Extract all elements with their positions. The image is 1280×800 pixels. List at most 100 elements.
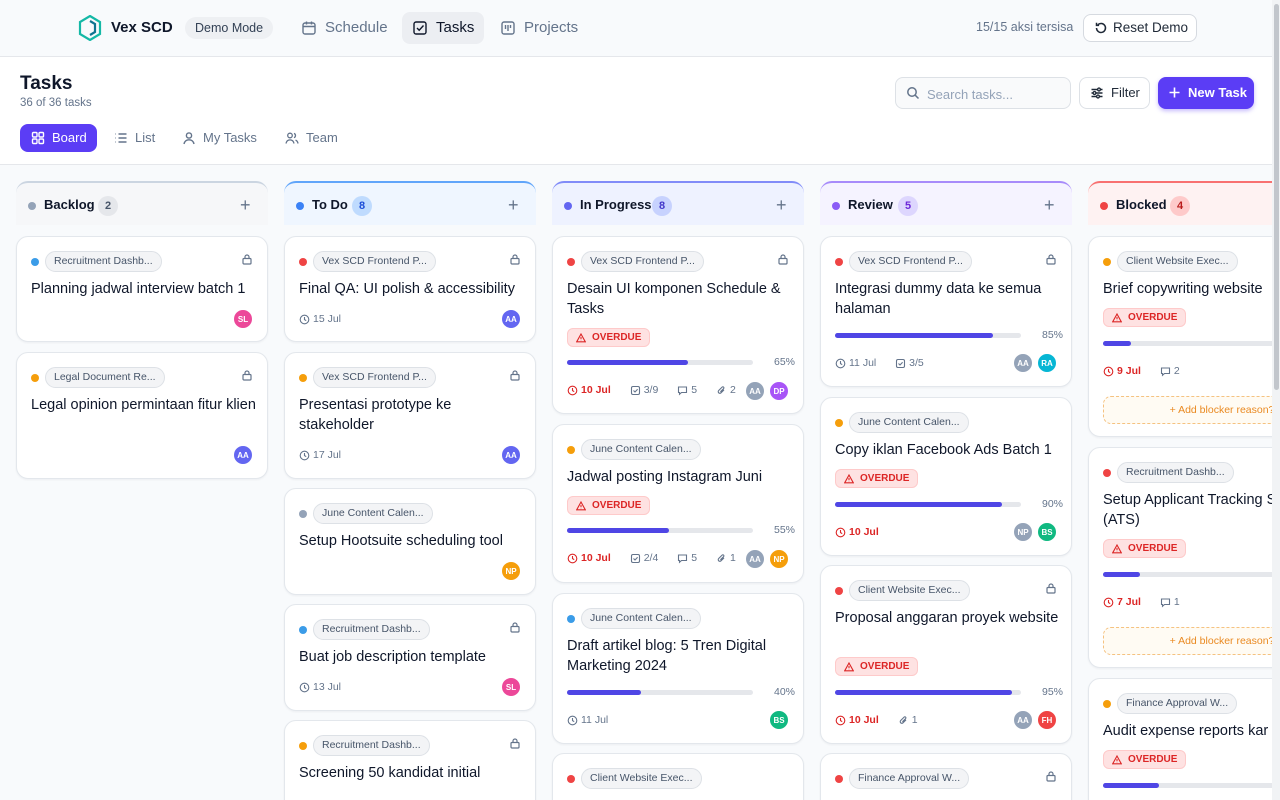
column-title: Blocked (1116, 197, 1167, 212)
add-card-plus-icon[interactable]: + (1044, 196, 1055, 214)
attachment-count: 2 (716, 384, 744, 396)
view-tab-board[interactable]: Board (20, 124, 97, 152)
progress-bar (567, 528, 753, 533)
brand-name[interactable]: Vex SCD (111, 19, 173, 36)
project-tag: Recruitment Dashb... (45, 251, 162, 272)
task-card[interactable]: Vex SCD Frontend P... Desain UI komponen… (552, 236, 804, 414)
priority-dot (835, 587, 843, 595)
due-date: 17 Jul (299, 449, 349, 461)
progress-bar (835, 502, 1021, 507)
task-card[interactable]: Finance Approval W... Audit expense repo… (1088, 678, 1272, 800)
assignee-avatar: FH (1037, 710, 1057, 730)
progress-percent: 65% (773, 356, 795, 368)
task-count-subtitle: 36 of 36 tasks (20, 97, 92, 109)
progress-percent: 40% (773, 686, 795, 698)
add-card-plus-icon[interactable]: + (508, 196, 519, 214)
task-card[interactable]: June Content Calen... Copy iklan Faceboo… (820, 397, 1072, 556)
reset-demo-button[interactable]: Reset Demo (1083, 14, 1197, 42)
task-title: Draft artikel blog: 5 Tren Digital Marke… (567, 638, 767, 674)
task-card[interactable]: Vex SCD Frontend P... Final QA: UI polis… (284, 236, 536, 342)
overdue-badge: OVERDUE (835, 657, 919, 676)
task-card[interactable]: Recruitment Dashb... Setup Applicant Tra… (1088, 447, 1272, 668)
project-tag: Recruitment Dashb... (1117, 462, 1234, 483)
filter-button[interactable]: Filter (1079, 77, 1150, 109)
lock-icon (510, 254, 520, 265)
view-tab-list[interactable]: List (103, 124, 165, 152)
priority-dot (299, 258, 307, 266)
clock-icon (1103, 366, 1114, 376)
progress-fill (567, 528, 670, 533)
vex-logo-icon[interactable] (78, 15, 102, 41)
clock-icon (299, 314, 310, 324)
add-blocker-reason-button[interactable]: + Add blocker reason? (1103, 396, 1272, 424)
progress-fill (835, 502, 1003, 507)
search-box[interactable] (895, 77, 1071, 109)
task-card[interactable]: Client Website Exec... Brief copywriting… (1088, 236, 1272, 437)
column-count-badge: 5 (898, 196, 918, 216)
nav-tasks[interactable]: Tasks (402, 12, 485, 44)
remaining-actions-text: 15/15 aksi tersisa (976, 20, 1074, 34)
task-card[interactable]: Legal Document Re... Legal opinion permi… (16, 352, 268, 479)
task-title: Brief copywriting website (1103, 281, 1263, 297)
comment-icon (678, 553, 688, 564)
task-card[interactable]: Vex SCD Frontend P... Presentasi prototy… (284, 352, 536, 479)
task-title: Audit expense reports kar (1103, 723, 1269, 739)
task-title: Setup Hootsuite scheduling tool (299, 533, 503, 549)
column-count-badge: 8 (652, 196, 672, 216)
column-header: In Progress 8 + (552, 181, 804, 225)
new-task-button[interactable]: New Task (1158, 77, 1254, 109)
task-card[interactable]: Recruitment Dashb... Buat job descriptio… (284, 604, 536, 711)
page-scrollbar-thumb[interactable] (1274, 4, 1279, 390)
task-card[interactable]: Client Website Exec... (552, 753, 804, 800)
refresh-icon (1095, 22, 1107, 34)
card-meta: 15 Jul (299, 313, 357, 328)
subtask-count: 3/5 (895, 357, 932, 369)
task-card[interactable]: June Content Calen... Jadwal posting Ins… (552, 424, 804, 583)
add-card-plus-icon[interactable]: + (240, 196, 251, 214)
priority-dot (1103, 469, 1111, 477)
view-tab-team[interactable]: Team (274, 124, 348, 152)
status-dot (28, 202, 36, 210)
status-dot (1100, 202, 1108, 210)
add-blocker-reason-button[interactable]: + Add blocker reason? (1103, 627, 1272, 655)
project-tag: Recruitment Dashb... (313, 619, 430, 640)
progress-percent: 90% (1041, 498, 1063, 510)
task-title: Presentasi prototype ke stakeholder (299, 397, 452, 433)
task-card[interactable]: Vex SCD Frontend P... Integrasi dummy da… (820, 236, 1072, 387)
priority-dot (31, 258, 39, 266)
comment-count: 5 (677, 384, 705, 396)
task-title: Integrasi dummy data ke semua halaman (835, 281, 1042, 317)
progress-fill (567, 360, 688, 365)
task-card[interactable]: Client Website Exec... Proposal anggaran… (820, 565, 1072, 744)
column-header: To Do 8 + (284, 181, 536, 225)
add-card-plus-icon[interactable]: + (776, 196, 787, 214)
page-title: Tasks (20, 73, 73, 94)
search-input[interactable] (927, 84, 1062, 104)
card-meta: 10 Jul 2/4 5 1 (567, 552, 752, 567)
project-tag: June Content Calen... (849, 412, 969, 433)
task-title: Legal opinion permintaan fitur klien (31, 397, 256, 413)
overdue-badge: OVERDUE (567, 496, 651, 515)
task-card[interactable]: Recruitment Dashb... Planning jadwal int… (16, 236, 268, 342)
priority-dot (299, 626, 307, 634)
clock-icon (835, 715, 846, 725)
nav-schedule[interactable]: Schedule (291, 12, 398, 44)
task-card[interactable]: June Content Calen... Draft artikel blog… (552, 593, 804, 744)
task-card[interactable]: Finance Approval W... (820, 753, 1072, 800)
due-date: 9 Jul (1103, 365, 1149, 377)
kanban-board: Backlog 2 + Recruitment Dashb... Plannin… (0, 165, 1272, 800)
nav-projects[interactable]: Projects (490, 12, 588, 44)
progress-bar (1103, 783, 1272, 788)
checklist-icon (630, 553, 640, 563)
assignee-avatar: SL (233, 309, 253, 329)
view-tab-my-tasks[interactable]: My Tasks (171, 124, 267, 152)
task-card[interactable]: June Content Calen... Setup Hootsuite sc… (284, 488, 536, 595)
assignee-avatar: BS (1037, 522, 1057, 542)
task-title: Desain UI komponen Schedule & Tasks (567, 281, 781, 317)
warning-icon (1112, 755, 1122, 765)
project-tag: June Content Calen... (581, 439, 701, 460)
lock-icon (242, 254, 252, 265)
due-date: 11 Jul (567, 714, 616, 726)
progress-fill (1103, 341, 1131, 346)
task-card[interactable]: Recruitment Dashb... Screening 50 kandid… (284, 720, 536, 800)
